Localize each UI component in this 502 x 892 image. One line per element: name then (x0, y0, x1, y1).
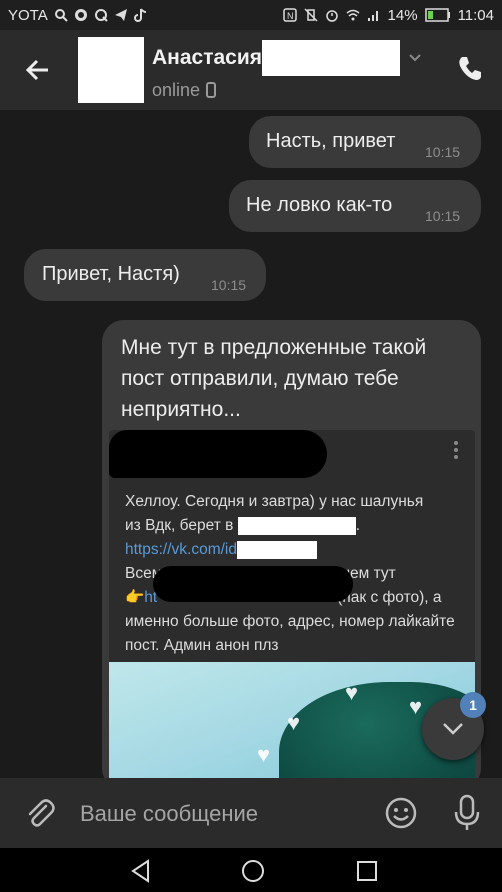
wifi-icon (346, 9, 360, 21)
post-photo[interactable]: ♥ ♥ ♥ ♥ (109, 662, 475, 790)
chevron-down-icon (409, 53, 421, 61)
heart-icon: ♥ (257, 742, 271, 767)
post-text-fragment: . (355, 517, 360, 534)
heart-icon: ♥ (287, 710, 301, 735)
nfc-icon: N (282, 8, 297, 22)
tiktok-icon (133, 8, 146, 22)
message-time: 10:15 (425, 208, 461, 224)
contact-info[interactable]: Анастасия online (152, 39, 422, 101)
redacted-text (236, 540, 317, 559)
message-time: 10:15 (425, 144, 461, 160)
chevron-down-icon (443, 723, 463, 735)
battery-icon (424, 8, 450, 22)
message-text: Привет, Настя) (42, 263, 180, 285)
message-bubble-incoming[interactable]: Привет, Настя) 10:15 (24, 249, 266, 301)
message-bubble-outgoing[interactable]: Насть, привет 10:15 (249, 116, 481, 168)
back-button[interactable] (8, 40, 68, 100)
nav-home-icon[interactable] (240, 858, 266, 884)
post-text-fragment: из Вдк, берет в (125, 517, 234, 534)
post-line: https://vk.com/id (125, 538, 469, 562)
emoji-icon[interactable] (384, 796, 418, 830)
post-link[interactable]: https://vk.com/id (125, 541, 237, 558)
post-line: пост. Админ анон плз (125, 637, 279, 654)
message-text: Мне тут в предложенные такой пост отправ… (121, 336, 427, 421)
opera-icon (74, 9, 87, 21)
carrier-label: YOTA (8, 6, 48, 24)
heart-icon: ♥ (345, 680, 359, 705)
message-time: 10:15 (211, 277, 247, 293)
chat-header: Анастасия online (0, 30, 502, 110)
post-line: из Вдк, берет в . (125, 514, 469, 538)
message-bubble-outgoing[interactable]: Не ловко как-то 10:15 (229, 180, 481, 232)
q-app-icon (94, 9, 108, 22)
redacted-link (153, 566, 353, 602)
forwarded-post[interactable]: Хеллоу. Сегодня и завтра) у нас шалунья … (109, 430, 475, 790)
message-text: Насть, привет (266, 130, 396, 152)
mobile-icon (206, 82, 217, 98)
heart-icon: ♥ (409, 694, 423, 719)
post-text-fragment: (пак с фото), а (337, 589, 442, 606)
message-composer (0, 778, 502, 848)
system-nav-bar (0, 848, 502, 892)
status-bar: YOTA N 14% 11:04 (0, 0, 502, 30)
search-icon (54, 9, 68, 22)
battery-percent: 14% (387, 6, 418, 24)
svg-text:N: N (287, 11, 294, 21)
paperclip-icon[interactable] (22, 796, 56, 830)
avatar[interactable] (78, 37, 144, 103)
nav-back-icon[interactable] (128, 858, 154, 884)
clock: 11:04 (457, 6, 494, 24)
post-link[interactable]: 👉ht (125, 589, 157, 606)
redacted-text (237, 516, 356, 535)
arrow-left-icon (25, 59, 48, 81)
alarm-icon (325, 10, 338, 22)
message-text: Не ловко как-то (246, 194, 393, 216)
unread-badge: 1 (460, 692, 486, 718)
redacted-post-author (109, 430, 327, 478)
signal-icon (367, 11, 378, 21)
phone-icon (459, 57, 481, 80)
vibrate-off-icon (304, 8, 318, 22)
redacted-surname (262, 39, 401, 76)
more-options-icon[interactable] (453, 440, 459, 460)
telegram-icon (114, 9, 127, 21)
contact-status: online (152, 79, 201, 100)
post-line: Хеллоу. Сегодня и завтра) у нас шалунья (125, 493, 424, 510)
nav-recents-icon[interactable] (354, 858, 380, 884)
call-button[interactable] (452, 50, 488, 86)
post-line: именно больше фото, адрес, номер лайкайт… (125, 613, 455, 630)
message-input[interactable] (80, 796, 360, 832)
microphone-icon[interactable] (450, 794, 484, 832)
contact-name: Анастасия (152, 45, 263, 69)
